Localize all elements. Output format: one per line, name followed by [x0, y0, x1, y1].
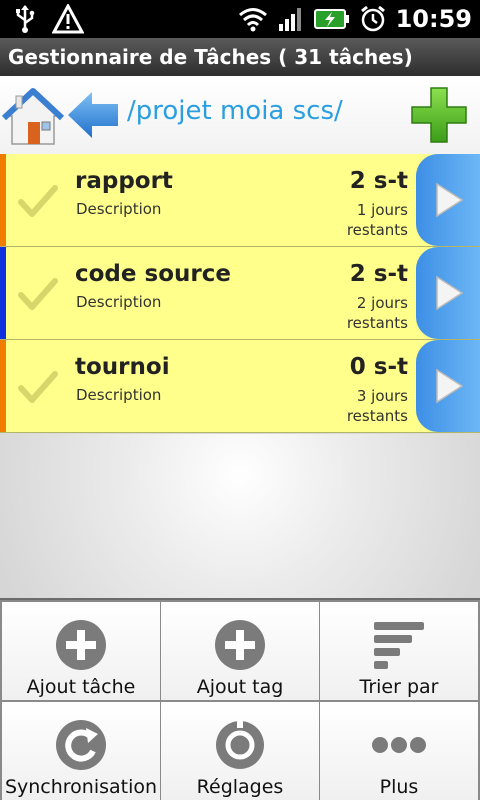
task-description: Description	[76, 293, 162, 311]
settings-gear-icon	[216, 720, 264, 769]
task-priority-stripe	[0, 340, 6, 432]
open-task-button[interactable]	[416, 340, 480, 432]
task-description: Description	[76, 200, 162, 218]
menu-label: Synchronisation	[4, 776, 158, 798]
menu-synchronisation[interactable]: Synchronisation	[2, 702, 160, 800]
status-bar: 10:59	[0, 0, 480, 38]
add-circle-icon	[215, 620, 265, 670]
menu-label: Trier par	[359, 676, 439, 698]
task-duration: 0 s-t	[349, 354, 408, 380]
task-name: tournoi	[75, 354, 170, 380]
menu-add-tag[interactable]: Ajout tag	[161, 602, 319, 700]
current-path: /projet moia scs/	[127, 96, 343, 126]
battery-charging-icon	[313, 9, 349, 29]
task-remaining: 2 jours restants	[346, 294, 408, 332]
menu-label: Ajout tag	[196, 676, 284, 698]
back-arrow-icon[interactable]	[66, 90, 120, 140]
wifi-icon	[238, 8, 267, 32]
app-title: Gestionnaire de Tâches ( 31 tâches)	[0, 38, 480, 76]
task-row[interactable]: tournoi Description 0 s-t 3 jours restan…	[0, 340, 480, 433]
add-task-plus-icon[interactable]	[410, 86, 468, 144]
clock-time: 10:59	[395, 5, 472, 33]
play-arrow-icon	[436, 182, 464, 218]
menu-label: Plus	[379, 776, 419, 798]
menu-label: Ajout tâche	[26, 676, 136, 698]
signal-icon	[278, 8, 301, 31]
list-empty-area	[0, 434, 480, 598]
menu-settings[interactable]: Réglages	[161, 702, 319, 800]
sync-icon	[56, 720, 106, 770]
menu-add-task[interactable]: Ajout tâche	[2, 602, 160, 700]
task-duration: 2 s-t	[349, 168, 408, 194]
task-remaining: 3 jours restants	[346, 387, 408, 425]
task-remaining: 1 jours restants	[346, 201, 408, 239]
open-task-button[interactable]	[416, 247, 480, 339]
toolbar: /projet moia scs/	[0, 76, 480, 154]
alarm-icon	[360, 5, 385, 32]
task-priority-stripe	[0, 154, 6, 246]
checkmark-icon[interactable]	[18, 184, 58, 218]
menu-label: Réglages	[196, 776, 284, 798]
checkmark-icon[interactable]	[18, 370, 58, 404]
play-arrow-icon	[436, 368, 464, 404]
more-dots-icon	[372, 737, 426, 753]
menu-sort-by[interactable]: Trier par	[320, 602, 478, 700]
usb-icon	[16, 5, 35, 33]
task-list: rapport Description 2 s-t 1 jours restan…	[0, 154, 480, 433]
add-circle-icon	[56, 620, 106, 670]
options-menu: Ajout tâche Ajout tag Trier par Synchron…	[0, 598, 480, 800]
task-duration: 2 s-t	[349, 261, 408, 287]
open-task-button[interactable]	[416, 154, 480, 246]
warning-icon	[52, 4, 84, 34]
task-priority-stripe	[0, 247, 6, 339]
task-row[interactable]: code source Description 2 s-t 2 jours re…	[0, 247, 480, 340]
task-name: code source	[75, 261, 231, 287]
task-row[interactable]: rapport Description 2 s-t 1 jours restan…	[0, 154, 480, 247]
task-description: Description	[76, 386, 162, 404]
menu-more[interactable]: Plus	[320, 702, 478, 800]
sort-icon	[374, 622, 424, 669]
task-name: rapport	[75, 168, 173, 194]
checkmark-icon[interactable]	[18, 277, 58, 311]
play-arrow-icon	[436, 275, 464, 311]
home-icon[interactable]	[2, 86, 64, 148]
